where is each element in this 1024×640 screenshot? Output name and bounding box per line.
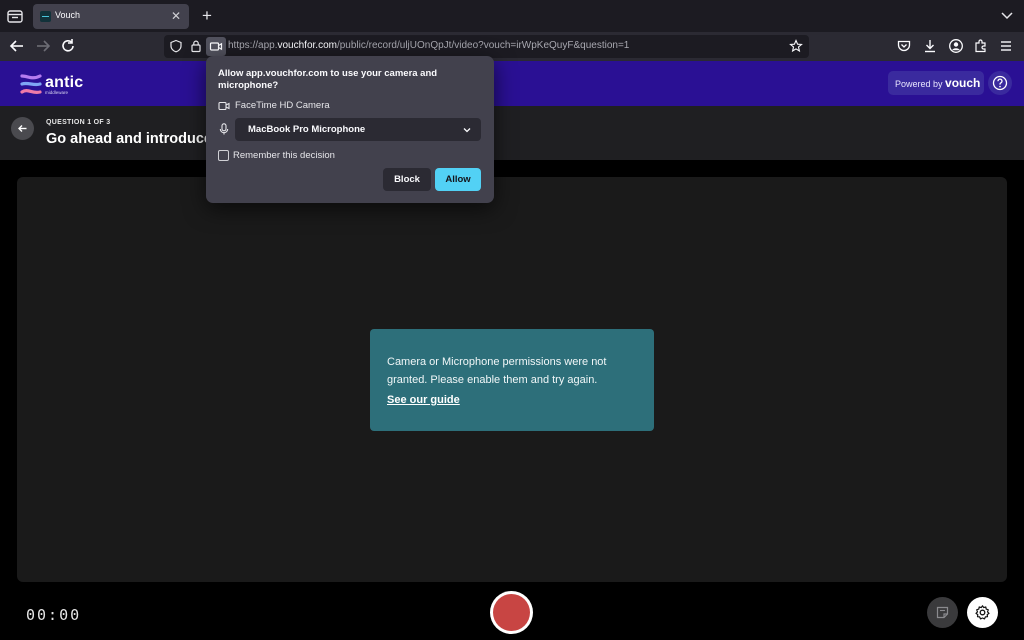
question-counter: QUESTION 1 OF 3 xyxy=(46,119,111,126)
tab-vouch[interactable]: Vouch ✕ xyxy=(33,4,189,29)
chevron-down-icon[interactable] xyxy=(1000,8,1014,22)
microphone-select[interactable]: MacBook Pro Microphone xyxy=(235,118,481,141)
company-logo-subtext: middleware xyxy=(45,90,69,95)
help-button[interactable] xyxy=(988,71,1012,95)
tab-close-icon[interactable]: ✕ xyxy=(169,9,183,23)
tab-list-icon[interactable] xyxy=(6,7,24,25)
pocket-icon[interactable] xyxy=(896,38,912,54)
permission-error-message: Camera or Microphone permissions were no… xyxy=(387,356,607,386)
arrow-left-icon xyxy=(18,125,27,132)
block-button[interactable]: Block xyxy=(383,168,431,191)
reload-icon[interactable] xyxy=(59,37,77,55)
back-arrow-icon[interactable] xyxy=(8,37,26,55)
remember-decision-checkbox[interactable] xyxy=(218,150,229,161)
company-logo-icon xyxy=(20,74,42,95)
permission-popup-title: Allow app.vouchfor.com to use your camer… xyxy=(218,68,438,91)
app-header: antic middleware Powered by vouch xyxy=(0,61,1024,106)
settings-button[interactable] xyxy=(967,597,998,628)
url-text: https://app.vouchfor.com/public/record/u… xyxy=(228,40,629,51)
camera-permission-indicator[interactable] xyxy=(206,37,226,56)
navigation-bar: https://app.vouchfor.com/public/record/u… xyxy=(0,32,1024,61)
record-button[interactable] xyxy=(490,591,533,634)
new-tab-button[interactable]: + xyxy=(198,6,216,26)
tab-title: Vouch xyxy=(55,10,81,20)
account-icon[interactable] xyxy=(948,38,964,54)
bookmark-star-icon[interactable] xyxy=(789,39,803,53)
browser-window: Vouch ✕ + https://app.vouchfor.com/publi… xyxy=(0,0,1024,640)
lock-icon[interactable] xyxy=(189,39,203,53)
camera-device-label: FaceTime HD Camera xyxy=(235,100,330,111)
allow-button[interactable]: Allow xyxy=(435,168,481,191)
notes-icon xyxy=(936,606,949,619)
permission-popup: Allow app.vouchfor.com to use your camer… xyxy=(206,56,494,203)
url-prefix: https://app. xyxy=(228,40,278,51)
video-camera-icon xyxy=(209,42,223,51)
recording-timer: 00:00 xyxy=(26,606,82,624)
url-bar[interactable]: https://app.vouchfor.com/public/record/u… xyxy=(164,35,809,58)
url-path: /public/record/uljUOnQpJt/video?vouch=ir… xyxy=(336,40,630,51)
gear-icon xyxy=(975,605,990,620)
shield-icon[interactable] xyxy=(169,39,183,53)
chevron-down-icon xyxy=(463,128,471,133)
vouch-favicon-icon xyxy=(40,11,51,22)
permission-error-box: Camera or Microphone permissions were no… xyxy=(370,329,654,431)
powered-by-label: Powered by xyxy=(895,79,943,89)
vouch-brand: vouch xyxy=(945,76,981,90)
video-camera-icon xyxy=(218,101,230,111)
menu-icon[interactable] xyxy=(998,38,1014,54)
record-indicator xyxy=(493,594,530,631)
tab-bar: Vouch ✕ + xyxy=(0,0,1024,32)
remember-decision-label[interactable]: Remember this decision xyxy=(233,150,335,161)
microphone-select-value: MacBook Pro Microphone xyxy=(248,124,366,135)
url-domain: vouchfor.com xyxy=(277,40,337,51)
extensions-icon[interactable] xyxy=(973,38,989,54)
microphone-icon xyxy=(219,123,229,135)
download-icon[interactable] xyxy=(922,38,938,54)
question-circle-icon xyxy=(992,75,1008,91)
question-title: Go ahead and introduce y xyxy=(46,131,225,147)
question-bar: QUESTION 1 OF 3 Go ahead and introduce y xyxy=(0,106,1024,160)
see-guide-link[interactable]: See our guide xyxy=(387,394,460,406)
powered-by-vouch-badge[interactable]: Powered by vouch xyxy=(888,71,984,95)
forward-arrow-icon[interactable] xyxy=(34,37,52,55)
back-button[interactable] xyxy=(11,117,34,140)
notes-button[interactable] xyxy=(927,597,958,628)
